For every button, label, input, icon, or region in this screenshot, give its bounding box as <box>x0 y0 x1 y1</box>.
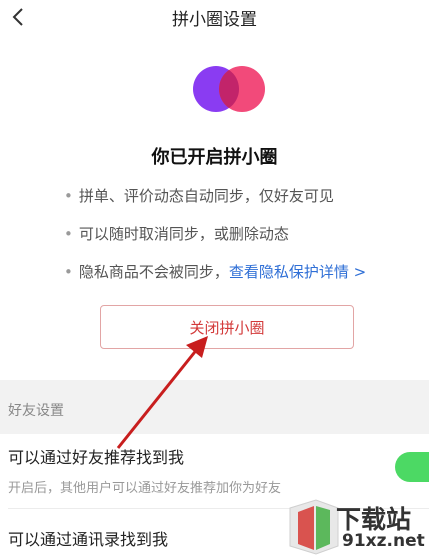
list-item: • 拼单、评价动态自动同步，仅好友可见 <box>64 187 334 205</box>
friend-settings-title: 好友设置 <box>8 403 64 419</box>
watermark-logo-icon <box>289 499 339 555</box>
status-headline: 你已开启拼小圈 <box>151 147 278 168</box>
watermark-domain: 91xz.net <box>342 531 425 551</box>
pinxiaoquan-logo-icon <box>193 66 265 112</box>
list-item: • 隐私商品不会被同步，查看隐私保护详情 > <box>64 263 367 281</box>
section-divider <box>0 380 429 434</box>
bullet-dot: • <box>64 187 73 205</box>
friend-recommend-desc: 开启后，其他用户可以通过好友推荐加你为好友 <box>8 481 282 496</box>
privacy-link[interactable]: 查看隐私保护详情 > <box>229 263 366 281</box>
contacts-find-title: 可以通过通讯录找到我 <box>8 530 169 549</box>
bullet-dot: • <box>64 263 73 281</box>
nav-bar: 拼小圈设置 <box>0 0 429 34</box>
page-title: 拼小圈设置 <box>172 10 257 30</box>
friend-recommend-toggle[interactable] <box>395 452 429 482</box>
feature-list: • 拼单、评价动态自动同步，仅好友可见 • 可以随时取消同步，或删除动态 • 隐私商品… <box>64 184 424 298</box>
close-pinxiaoquan-button[interactable]: 关闭拼小圈 <box>100 305 354 349</box>
friend-recommend-title: 可以通过好友推荐找到我 <box>8 448 185 467</box>
list-item: • 可以随时取消同步，或删除动态 <box>64 225 289 243</box>
bullet-dot: • <box>64 225 73 243</box>
